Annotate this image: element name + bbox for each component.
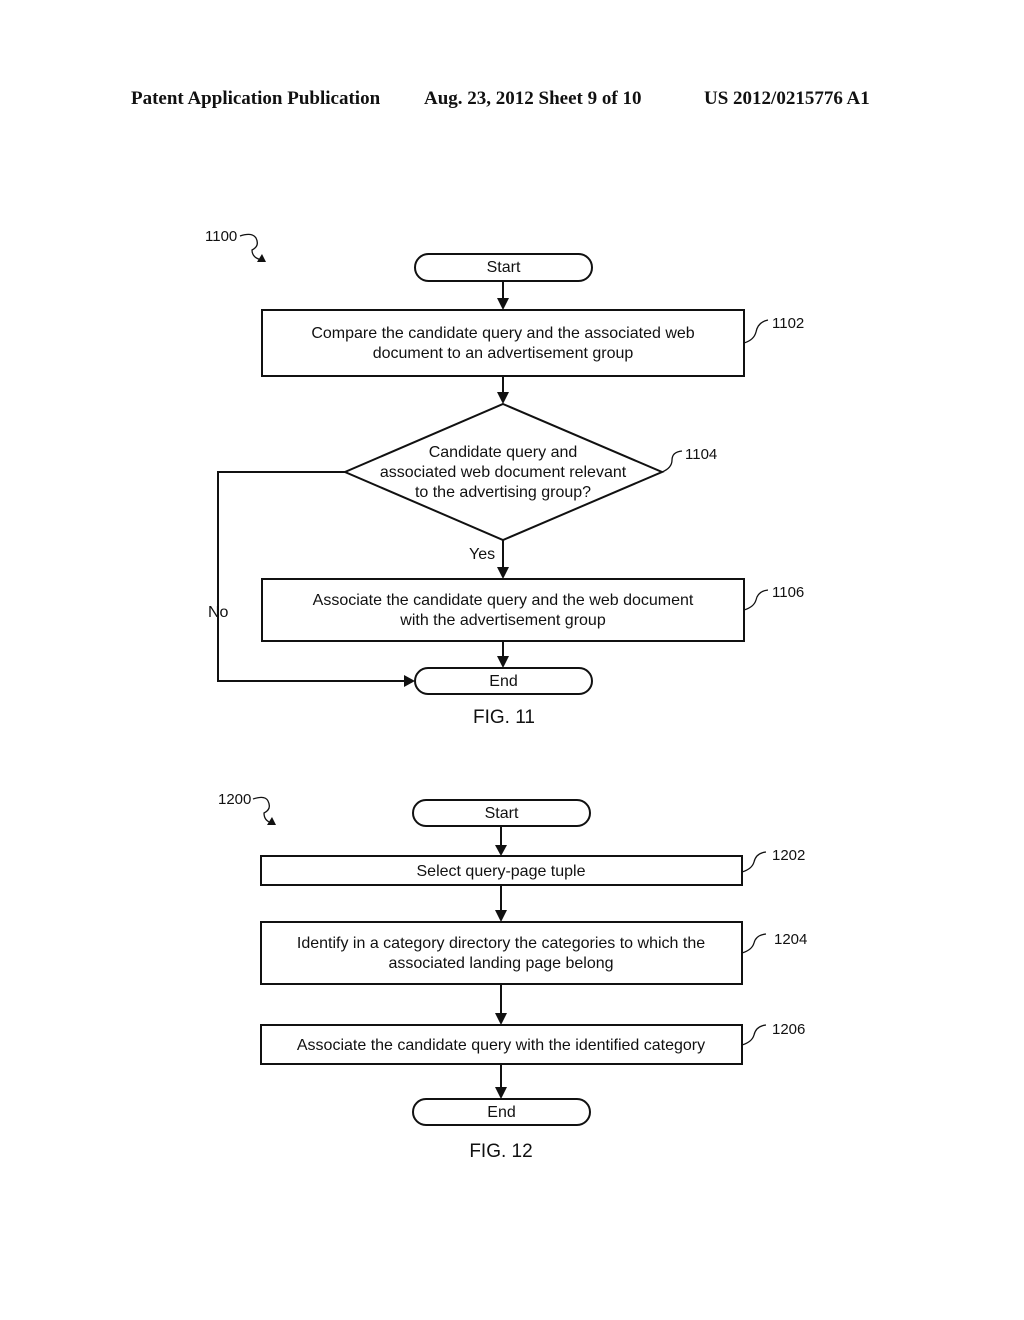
- figure-12: 1200 Start Select query-page tuple 1202 …: [218, 791, 807, 1162]
- ref-1204: 1204: [774, 931, 807, 948]
- start-label: Start: [487, 259, 521, 276]
- connector-no: [217, 471, 405, 682]
- ref-arrow-icon: [257, 254, 266, 262]
- figure-11: 1100 Start Compare the candidate query a…: [205, 228, 804, 728]
- ref-leader-1102: [743, 319, 769, 344]
- ref-1104: 1104: [685, 446, 717, 463]
- process-1206-line1: Associate the candidate query with the i…: [297, 1037, 705, 1054]
- ref-leader-1104: [661, 450, 683, 473]
- yes-label: Yes: [469, 546, 495, 563]
- end-label: End: [487, 1104, 515, 1121]
- ref-leader-1206: [741, 1024, 767, 1046]
- process-1102-line1: Compare the candidate query and the asso…: [311, 325, 694, 342]
- arrow-down-icon: [497, 567, 509, 579]
- process-box-1106: [261, 578, 745, 642]
- flowcharts: 1100 Start Compare the candidate query a…: [205, 228, 807, 1162]
- process-1102-line2: document to an advertisement group: [373, 345, 634, 362]
- ref-1106: 1106: [772, 584, 804, 601]
- arrow-down-icon: [495, 845, 507, 856]
- process-1204-line1: Identify in a category directory the cat…: [297, 935, 705, 952]
- ref-1102: 1102: [772, 315, 804, 332]
- figure-12-caption: FIG. 12: [469, 1141, 532, 1162]
- arrow-down-icon: [495, 910, 507, 922]
- process-1106-line1: Associate the candidate query and the we…: [313, 592, 694, 609]
- ref-leader-1202: [741, 851, 767, 873]
- ref-leader-1106: [743, 589, 769, 611]
- ref-leader-1204: [741, 933, 767, 954]
- process-1202-line1: Select query-page tuple: [417, 863, 586, 880]
- process-box-1204: [260, 921, 743, 985]
- arrow-down-icon: [495, 1087, 507, 1099]
- end-label: End: [489, 673, 517, 690]
- figure-ref-1200: 1200: [218, 791, 251, 808]
- process-1204-line2: associated landing page belong: [388, 955, 613, 972]
- process-box-1102: [261, 309, 745, 377]
- arrow-down-icon: [497, 298, 509, 310]
- ref-leader-1100: [239, 233, 263, 261]
- figure-11-caption: FIG. 11: [473, 707, 535, 728]
- decision-1104-line2: associated web document relevant: [380, 464, 627, 481]
- arrow-down-icon: [495, 1013, 507, 1025]
- ref-leader-1200: [252, 796, 273, 824]
- arrow-right-icon: [404, 675, 415, 687]
- arrow-down-icon: [497, 656, 509, 668]
- decision-1104-line1: Candidate query and: [429, 444, 578, 461]
- figure-ref-1100: 1100: [205, 228, 237, 245]
- process-1106-line2: with the advertisement group: [399, 612, 606, 629]
- arrow-down-icon: [497, 392, 509, 404]
- start-label: Start: [485, 805, 519, 822]
- ref-1206: 1206: [772, 1021, 805, 1038]
- ref-1202: 1202: [772, 847, 805, 864]
- no-label: No: [208, 604, 229, 621]
- decision-1104-line3: to the advertising group?: [415, 484, 591, 501]
